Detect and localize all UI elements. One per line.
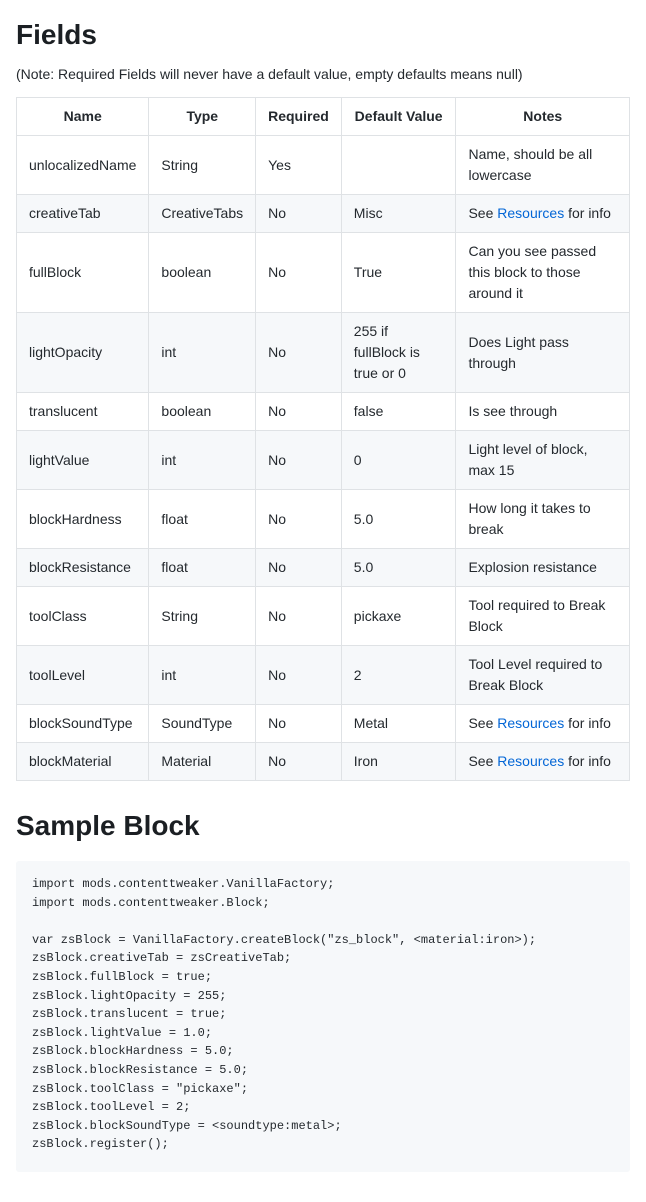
table-row: blockHardnessfloatNo5.0How long it takes…: [17, 490, 630, 549]
cell-notes: Name, should be all lowercase: [456, 136, 630, 195]
cell-required: No: [256, 431, 342, 490]
cell-type: CreativeTabs: [149, 195, 256, 233]
table-row: unlocalizedNameStringYes Name, should be …: [17, 136, 630, 195]
cell-notes: How long it takes to break: [456, 490, 630, 549]
table-row: creativeTabCreativeTabsNoMiscSee Resourc…: [17, 195, 630, 233]
cell-required: No: [256, 705, 342, 743]
cell-type: String: [149, 587, 256, 646]
cell-name: blockMaterial: [17, 743, 149, 781]
cell-default: [341, 136, 456, 195]
cell-type: SoundType: [149, 705, 256, 743]
cell-notes: Explosion resistance: [456, 549, 630, 587]
cell-name: fullBlock: [17, 233, 149, 313]
col-required: Required: [256, 98, 342, 136]
col-notes: Notes: [456, 98, 630, 136]
cell-type: boolean: [149, 233, 256, 313]
cell-required: No: [256, 646, 342, 705]
cell-default: 2: [341, 646, 456, 705]
cell-required: No: [256, 313, 342, 393]
heading-sample: Sample Block: [16, 805, 630, 847]
cell-notes: Can you see passed this block to those a…: [456, 233, 630, 313]
table-row: lightValueintNo0Light level of block, ma…: [17, 431, 630, 490]
cell-name: blockHardness: [17, 490, 149, 549]
col-type: Type: [149, 98, 256, 136]
cell-required: No: [256, 587, 342, 646]
cell-notes: See Resources for info: [456, 705, 630, 743]
cell-default: 255 if fullBlock is true or 0: [341, 313, 456, 393]
cell-notes: Tool Level required to Break Block: [456, 646, 630, 705]
cell-default: True: [341, 233, 456, 313]
table-row: toolClassStringNopickaxeTool required to…: [17, 587, 630, 646]
cell-notes: See Resources for info: [456, 195, 630, 233]
cell-notes: Does Light pass through: [456, 313, 630, 393]
table-header-row: Name Type Required Default Value Notes: [17, 98, 630, 136]
table-row: lightOpacityintNo255 if fullBlock is tru…: [17, 313, 630, 393]
heading-fields: Fields: [16, 14, 630, 56]
cell-required: No: [256, 549, 342, 587]
table-row: blockSoundTypeSoundTypeNoMetalSee Resour…: [17, 705, 630, 743]
cell-default: 5.0: [341, 549, 456, 587]
cell-name: blockResistance: [17, 549, 149, 587]
resources-link[interactable]: Resources: [497, 205, 564, 221]
resources-link[interactable]: Resources: [497, 753, 564, 769]
resources-link[interactable]: Resources: [497, 715, 564, 731]
cell-name: toolClass: [17, 587, 149, 646]
cell-notes: Light level of block, max 15: [456, 431, 630, 490]
table-row: blockResistancefloatNo5.0Explosion resis…: [17, 549, 630, 587]
cell-required: No: [256, 233, 342, 313]
col-name: Name: [17, 98, 149, 136]
cell-name: lightValue: [17, 431, 149, 490]
cell-type: float: [149, 490, 256, 549]
cell-name: toolLevel: [17, 646, 149, 705]
cell-default: Metal: [341, 705, 456, 743]
cell-name: lightOpacity: [17, 313, 149, 393]
cell-type: String: [149, 136, 256, 195]
cell-name: creativeTab: [17, 195, 149, 233]
fields-table: Name Type Required Default Value Notes u…: [16, 97, 630, 781]
cell-notes: Is see through: [456, 393, 630, 431]
table-row: translucentbooleanNofalseIs see through: [17, 393, 630, 431]
cell-notes: Tool required to Break Block: [456, 587, 630, 646]
cell-type: float: [149, 549, 256, 587]
cell-default: pickaxe: [341, 587, 456, 646]
cell-default: false: [341, 393, 456, 431]
cell-notes: See Resources for info: [456, 743, 630, 781]
cell-type: int: [149, 646, 256, 705]
table-row: blockMaterialMaterialNoIronSee Resources…: [17, 743, 630, 781]
table-row: fullBlockbooleanNoTrueCan you see passed…: [17, 233, 630, 313]
cell-name: translucent: [17, 393, 149, 431]
col-default: Default Value: [341, 98, 456, 136]
cell-default: Iron: [341, 743, 456, 781]
cell-default: 0: [341, 431, 456, 490]
note-text: (Note: Required Fields will never have a…: [16, 64, 630, 85]
cell-type: boolean: [149, 393, 256, 431]
cell-type: int: [149, 431, 256, 490]
cell-default: Misc: [341, 195, 456, 233]
cell-required: No: [256, 743, 342, 781]
cell-required: No: [256, 393, 342, 431]
cell-default: 5.0: [341, 490, 456, 549]
cell-type: Material: [149, 743, 256, 781]
cell-required: No: [256, 490, 342, 549]
cell-required: No: [256, 195, 342, 233]
cell-type: int: [149, 313, 256, 393]
cell-name: blockSoundType: [17, 705, 149, 743]
cell-required: Yes: [256, 136, 342, 195]
code-block: import mods.contenttweaker.VanillaFactor…: [16, 861, 630, 1172]
table-row: toolLevelintNo2Tool Level required to Br…: [17, 646, 630, 705]
cell-name: unlocalizedName: [17, 136, 149, 195]
